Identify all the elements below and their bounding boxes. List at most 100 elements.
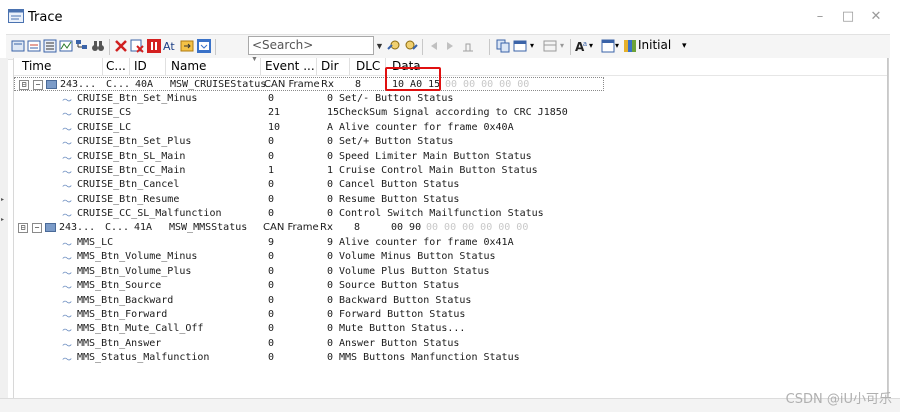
options-icon[interactable] <box>197 39 211 53</box>
signal-comment: Volume Minus Button Status <box>339 251 496 263</box>
marker-icon[interactable] <box>461 39 475 53</box>
status-bar <box>0 398 900 412</box>
signal-name: MMS_Btn_Forward <box>77 309 168 320</box>
find-next-icon[interactable] <box>404 39 418 53</box>
column-header-id[interactable]: ID <box>134 59 147 73</box>
dropdown-arrow-icon[interactable]: ▾ <box>615 41 619 50</box>
view-icon[interactable] <box>623 39 637 53</box>
signal-physical-value: 0 <box>268 93 275 104</box>
signal-physical-value: 1 <box>268 165 275 176</box>
clear-list-icon[interactable] <box>130 39 144 53</box>
signal-raw-value: 15 <box>327 107 340 119</box>
signal-row[interactable]: 〜 MMS_LC 9 9 Alive counter for frame 0x41A <box>14 236 887 251</box>
pause-icon[interactable] <box>147 39 161 53</box>
left-splitter[interactable]: ▸ ▸ <box>0 58 8 400</box>
message-data-highlighted: 00 90 <box>391 222 422 233</box>
title-bar: Trace – □ ✕ <box>0 0 900 34</box>
signal-row[interactable]: 〜 CRUISE_CC_SL_Malfunction 0 0 Control Switc… <box>14 207 887 222</box>
signal-row[interactable]: 〜 MMS_Btn_Forward 0 0 Forward Button Status <box>14 308 887 323</box>
signal-name: CRUISE_CC_SL_Malfunction <box>77 208 222 220</box>
signal-row[interactable]: 〜 CRUISE_Btn_Cancel 0 0 Cancel Button Status <box>14 178 887 193</box>
column-divider <box>165 58 166 75</box>
columns-icon[interactable] <box>543 39 557 53</box>
dropdown-arrow-icon[interactable]: ▾ <box>560 41 564 50</box>
signal-physical-value: 21 <box>268 107 281 119</box>
signal-wave-icon: 〜 <box>62 240 72 251</box>
export-icon[interactable] <box>180 39 194 53</box>
signal-row[interactable]: 〜 CRUISE_CS 21 15 CheckSum Signal according … <box>14 106 887 121</box>
dropdown-arrow-icon[interactable]: ▾ <box>530 41 534 50</box>
signal-name: MMS_Status_Malfunction <box>77 352 210 364</box>
column-header-name[interactable]: Name <box>171 59 206 73</box>
signal-row[interactable]: 〜 MMS_Btn_Mute_Call_Off 0 0 Mute Button Stat… <box>14 322 887 337</box>
search-dropdown-icon[interactable]: ▼ <box>375 41 384 51</box>
signal-comment: Control Switch Mailfunction Status <box>339 208 544 220</box>
column-header-channel[interactable]: C... <box>106 59 126 73</box>
signal-name: MMS_Btn_Backward <box>77 294 174 306</box>
signal-comment: Cruise Control Main Button Status <box>339 165 538 176</box>
collapse-icon[interactable]: − <box>32 223 42 233</box>
message-row[interactable]: ⊟ − 243... C... 40A MSW_CRUISEStatus CAN… <box>14 77 604 91</box>
signal-row[interactable]: 〜 MMS_Btn_Source 0 0 Source Button Status <box>14 279 887 294</box>
column-divider <box>260 58 261 75</box>
signal-name: MMS_Btn_Volume_Minus <box>77 251 198 263</box>
view-dropdown-icon[interactable]: ▾ <box>682 40 687 51</box>
column-divider <box>316 58 317 75</box>
signal-icon[interactable] <box>59 39 73 53</box>
signal-row[interactable]: 〜 MMS_Btn_Answer 0 0 Answer Button Status <box>14 337 887 352</box>
signal-physical-value: 9 <box>268 237 275 248</box>
message-time: 243... <box>59 222 96 233</box>
signal-row[interactable]: 〜 CRUISE_Btn_Set_Plus 0 0 Set/+ Button Statu… <box>14 135 887 150</box>
at-icon[interactable]: At <box>163 39 177 53</box>
signal-row[interactable]: 〜 CRUISE_Btn_CC_Main 1 1 Cruise Control Main… <box>14 164 887 179</box>
signal-row[interactable]: 〜 MMS_Btn_Volume_Minus 0 0 Volume Minus Butt… <box>14 250 887 265</box>
signal-row[interactable]: 〜 MMS_Status_Malfunction 0 0 MMS Buttons Man… <box>14 351 887 366</box>
column-header-event[interactable]: Event ... <box>265 59 315 73</box>
toolbar-separator <box>570 39 571 55</box>
signal-row[interactable]: 〜 CRUISE_Btn_Resume 0 0 Resume Button Status <box>14 193 887 208</box>
column-header-dir[interactable]: Dir <box>321 59 339 73</box>
signal-row[interactable]: 〜 MMS_Btn_Volume_Plus 0 0 Volume Plus Button… <box>14 265 887 280</box>
column-header-dlc[interactable]: DLC <box>356 59 380 73</box>
tree-icon[interactable] <box>75 39 89 53</box>
dropdown-arrow-icon[interactable]: ▾ <box>589 41 593 50</box>
message-row[interactable]: ⊟ − 243... C... 41A MSW_MMSStatus CAN Fr… <box>14 221 887 235</box>
signal-row[interactable]: 〜 CRUISE_LC 10 A Alive counter for frame 0x4… <box>14 121 887 136</box>
toolbar-separator <box>422 39 423 55</box>
collapse-icon[interactable]: ⊟ <box>19 80 29 90</box>
column-header-time[interactable]: Time <box>22 59 51 73</box>
signal-row[interactable]: 〜 CRUISE_Btn_Set_Minus 0 0 Set/- Button Stat… <box>14 92 887 107</box>
binoculars-icon[interactable] <box>91 39 105 53</box>
grid-header: Time C... ID Name ▼ Event ... Dir DLC Da… <box>14 56 887 76</box>
copy-icon[interactable] <box>496 39 510 53</box>
signal-raw-value: 0 <box>327 208 334 220</box>
list-icon[interactable] <box>27 39 41 53</box>
minimize-button[interactable]: – <box>808 8 832 26</box>
view-selector[interactable]: Initial <box>638 38 671 52</box>
window-icon[interactable] <box>601 39 615 53</box>
svg-text:a: a <box>583 41 587 48</box>
maximize-button[interactable]: □ <box>836 8 860 26</box>
trace-window-icon <box>8 9 24 23</box>
signal-row[interactable]: 〜 MMS_Btn_Backward 0 0 Backward Button Statu… <box>14 294 887 309</box>
message-event: CAN Frame <box>263 222 319 233</box>
collapse-icon[interactable]: − <box>33 80 43 90</box>
arrow-right-icon[interactable] <box>443 39 457 53</box>
clear-icon[interactable] <box>114 39 128 53</box>
layout-icon[interactable] <box>513 39 527 53</box>
signal-raw-value: 0 <box>327 337 334 349</box>
signal-wave-icon: 〜 <box>62 96 72 107</box>
collapse-icon[interactable]: ⊟ <box>18 223 28 233</box>
close-button[interactable]: ✕ <box>864 8 888 26</box>
arrow-left-icon[interactable] <box>427 39 441 53</box>
sort-icon[interactable] <box>43 39 57 53</box>
font-icon[interactable]: Aa <box>575 39 589 53</box>
filter-icon[interactable] <box>11 39 25 53</box>
signal-physical-value: 0 <box>268 323 275 335</box>
signal-physical-value: 0 <box>268 193 275 205</box>
signal-row[interactable]: 〜 CRUISE_Btn_SL_Main 0 0 Speed Limiter Main … <box>14 150 887 165</box>
message-name: MSW_MMSStatus <box>169 222 248 233</box>
find-prev-icon[interactable] <box>387 39 401 53</box>
search-input[interactable]: <Search> <box>248 36 374 55</box>
sort-indicator-icon: ▼ <box>251 56 258 63</box>
